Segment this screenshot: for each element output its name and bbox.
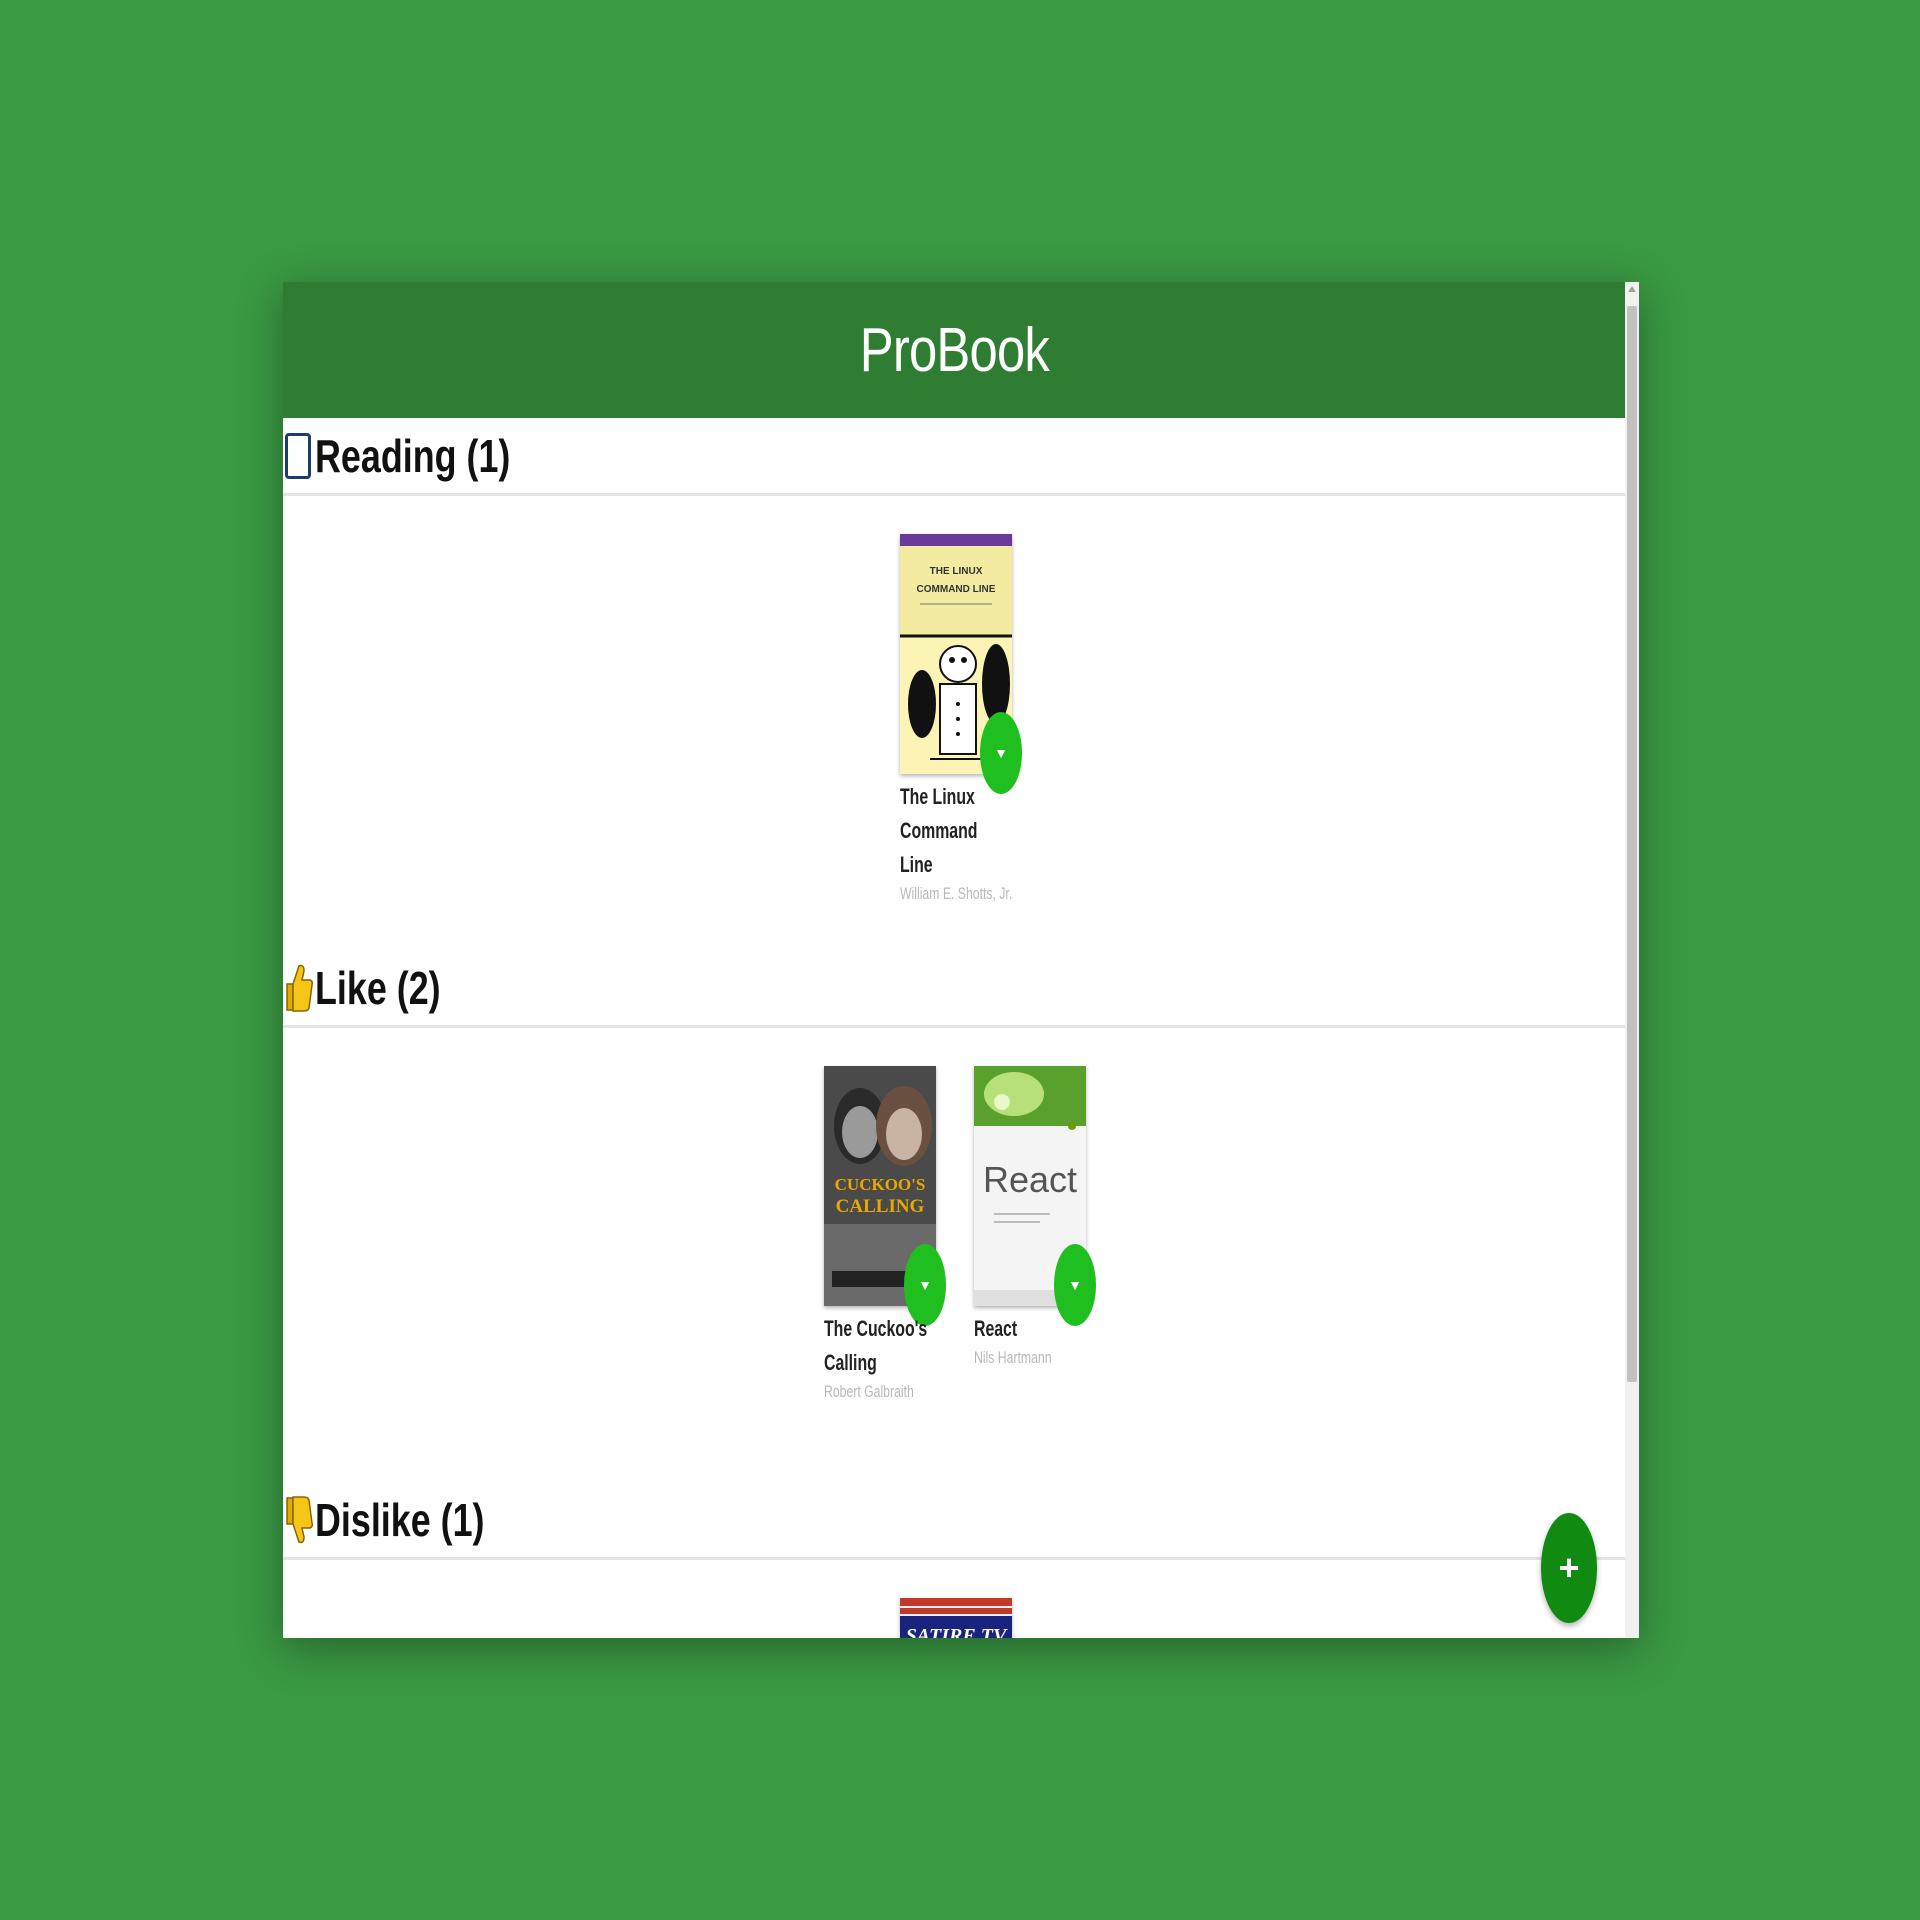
- book-author: Robert Galbraith: [824, 1382, 914, 1401]
- cover-title-react: React: [983, 1159, 1077, 1200]
- book-card[interactable]: SATIRE TV: [900, 1598, 1012, 1638]
- book-card[interactable]: React ▼ React Nils Hartmann: [974, 1066, 1096, 1370]
- svg-text:THE LINUX: THE LINUX: [930, 566, 983, 577]
- cover-title-satire: SATIRE TV: [906, 1625, 1008, 1638]
- book-author: Nils Hartmann: [974, 1348, 1052, 1367]
- book-title: React: [974, 1316, 1018, 1341]
- tablet-icon: [283, 430, 313, 482]
- vertical-scrollbar[interactable]: [1625, 282, 1639, 1638]
- section-title-like: Like (2): [315, 961, 441, 1014]
- thumbs-down-icon: [283, 1494, 313, 1546]
- app-window: ProBook Reading (1) THE LINUX COMMAND LI…: [283, 282, 1639, 1638]
- book-title: The Linux Command Line: [900, 784, 978, 877]
- svg-text:CALLING: CALLING: [836, 1196, 925, 1217]
- svg-text:COMMAND LINE: COMMAND LINE: [917, 584, 996, 595]
- svg-text:CUCKOO'S: CUCKOO'S: [835, 1175, 926, 1194]
- app-header: ProBook: [283, 282, 1625, 418]
- book-title: The Cuckoo's Calling: [824, 1316, 928, 1375]
- app-title: ProBook: [859, 315, 1049, 385]
- scrollbar-thumb[interactable]: [1627, 306, 1637, 1382]
- book-cover[interactable]: SATIRE TV: [900, 1598, 1012, 1638]
- section-header-like: Like (2): [283, 950, 1625, 1028]
- book-card[interactable]: THE LINUX COMMAND LINE ▼ The Linux Comma…: [900, 534, 1022, 906]
- book-card[interactable]: CUCKOO'S CALLING ▼ The Cuckoo's Calling …: [824, 1066, 946, 1404]
- shelf-list[interactable]: Reading (1) THE LINUX COMMAND LINE ▼ The…: [283, 418, 1625, 1638]
- thumbs-up-icon: [283, 962, 313, 1014]
- book-author: William E. Shotts, Jr.: [900, 884, 1013, 903]
- section-header-dislike: Dislike (1): [283, 1482, 1625, 1560]
- section-title-reading: Reading (1): [315, 429, 511, 482]
- scroll-up-arrow-icon[interactable]: [1628, 286, 1636, 292]
- add-book-button[interactable]: +: [1541, 1513, 1597, 1623]
- section-header-reading: Reading (1): [283, 418, 1625, 496]
- section-title-dislike: Dislike (1): [315, 1493, 485, 1546]
